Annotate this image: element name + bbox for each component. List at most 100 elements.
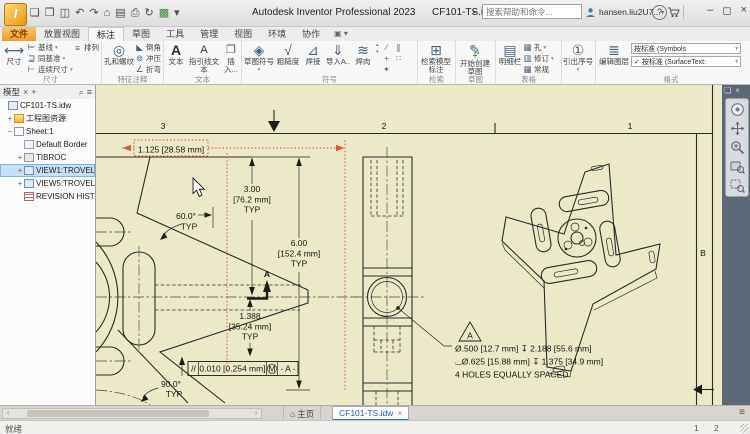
redo-icon[interactable]: ↷ <box>89 4 98 22</box>
dimension-1.388[interactable]: 1.388 [35.24 mm] TYP <box>229 299 272 357</box>
group-label-text[interactable]: 文本 <box>164 75 241 84</box>
group-label-symbols[interactable]: 符号 <box>242 75 417 84</box>
open-icon[interactable]: ❒ <box>45 4 55 22</box>
centered-pattern-icon[interactable]: ∷ <box>393 53 405 64</box>
tree-item-view5[interactable]: + VIEW5:TROVEL SPIDE <box>0 177 95 190</box>
browser-close-icon[interactable]: × <box>23 87 28 97</box>
retrieve-model-annotations-button[interactable]: ⊞ 检索模型标注 <box>419 42 453 74</box>
qat-more-icon[interactable]: ▾ <box>174 4 180 22</box>
sheet-indicator-2[interactable]: 2 <box>714 423 719 433</box>
search-expander-icon[interactable]: ▸ <box>473 8 477 16</box>
chamfer-note-button[interactable]: ◣倒角 <box>135 42 161 53</box>
feature-control-frame[interactable]: // 0.010 [0.254 mm] M - A - <box>179 357 298 377</box>
ribbon-display-toggle-icon[interactable]: ▣ ▾ <box>334 27 348 41</box>
look-at-icon[interactable] <box>730 159 745 174</box>
caterpillar-button[interactable]: ≋ 焊肉 <box>351 42 375 66</box>
resize-grip[interactable] <box>740 424 749 433</box>
surface-text-style-dropdown[interactable]: ✓ 按标准 (SurfaceText:▾ <box>631 56 741 67</box>
parts-list-button[interactable]: ▤ 明细栏 <box>497 42 523 66</box>
tab-close-icon[interactable]: × <box>397 408 402 418</box>
tab-place-views[interactable]: 放置视图 <box>36 27 88 41</box>
revision-table-button[interactable]: ▥修订▾ <box>523 53 559 64</box>
navigation-wheel-icon[interactable] <box>730 102 745 117</box>
home-tab[interactable]: ⌂ 主页 <box>283 406 321 421</box>
dimension-90deg[interactable]: 90.0° TYP <box>141 379 183 402</box>
material-icon[interactable]: ▩ <box>159 4 169 22</box>
dimension-6.00[interactable]: 6.00 [152.4 mm] TYP <box>278 158 321 391</box>
hole-table-button[interactable]: ▦孔▾ <box>523 42 559 53</box>
chain-dimension-button[interactable]: ⊢连续尺寸▾ <box>27 64 73 75</box>
panel-dock-icon[interactable]: ❑ <box>724 86 731 95</box>
tree-item-document[interactable]: CF101-TS.idw <box>0 99 95 112</box>
search-input[interactable] <box>482 4 582 19</box>
dimension-button[interactable]: ⟷ 尺寸 <box>1 42 27 66</box>
welding-symbol-button[interactable]: ⊿ 焊接 <box>301 42 325 66</box>
tab-annotate[interactable]: 标注 <box>88 27 124 41</box>
tab-manage[interactable]: 管理 <box>192 27 226 41</box>
tree-item-view1[interactable]: + VIEW1:TROVEL SPIDE <box>0 164 95 177</box>
home-icon[interactable]: ⌂ <box>104 4 111 22</box>
drawing-canvas[interactable]: 3 2 1 B <box>96 85 722 405</box>
tree-item-sheet1[interactable]: − Sheet:1 <box>0 125 95 138</box>
zoom-icon[interactable] <box>730 140 745 155</box>
tree-item-drawing-resources[interactable]: + 工程图资源 <box>0 112 95 125</box>
tab-environments[interactable]: 环境 <box>260 27 294 41</box>
update-icon[interactable]: ↻ <box>144 4 153 22</box>
punch-note-button[interactable]: ⊚冲压 <box>135 53 161 64</box>
arrange-button[interactable]: ≡排列 <box>73 42 99 53</box>
inventor-logo-icon[interactable]: I <box>4 3 27 26</box>
text-button[interactable]: A 文本 <box>165 42 187 66</box>
scroll-right-icon[interactable]: › <box>251 409 261 418</box>
close-button[interactable]: × <box>741 4 747 17</box>
tree-item-revision-history[interactable]: REVISION HISTORY ( <box>0 190 95 203</box>
panel-close-icon[interactable]: × <box>735 86 740 95</box>
view-side-middle[interactable] <box>352 147 424 405</box>
edit-layers-button[interactable]: ≣ 编辑图层 <box>597 42 631 66</box>
bend-note-button[interactable]: ∠折弯 <box>135 64 161 75</box>
group-label-retrieve[interactable]: 检索 <box>418 75 455 84</box>
help-button[interactable]: ? <box>652 5 667 20</box>
ordinate-dimension-button[interactable]: ⊒同基准▾ <box>27 53 73 64</box>
center-mark-icon[interactable]: + <box>381 53 393 64</box>
scrollbar-thumb[interactable] <box>27 410 209 417</box>
dimension-1.125-selected[interactable]: 1.125 [28.58 mm] <box>122 140 345 390</box>
group-label-feature-notes[interactable]: 特征注释 <box>102 75 163 84</box>
browser-menu-icon[interactable]: ≡ <box>87 87 92 97</box>
group-label-sketch[interactable]: 草图 <box>456 75 495 84</box>
tab-collaborate[interactable]: 协作 <box>294 27 328 41</box>
zoom-window-icon[interactable] <box>730 178 745 193</box>
tab-list-menu-icon[interactable]: ≡ <box>739 407 745 418</box>
group-label-format[interactable]: 格式 <box>596 75 746 84</box>
tree-item-titleblock[interactable]: + TIBROC <box>0 151 95 164</box>
maximize-button[interactable]: ◻ <box>722 4 731 17</box>
centerline-bisector-icon[interactable]: ∥ <box>393 42 405 53</box>
insert-object-button[interactable]: ❐ 插入... <box>221 42 241 74</box>
hole-thread-notes-button[interactable]: ◎ 孔和螺纹 <box>103 42 135 66</box>
tab-tools[interactable]: 工具 <box>158 27 192 41</box>
centerline-icon[interactable]: ∕ <box>381 42 393 53</box>
save-icon[interactable]: ◫ <box>60 4 70 22</box>
undo-icon[interactable]: ↶ <box>75 4 84 22</box>
new-file-icon[interactable]: ❏ <box>30 4 40 22</box>
tree-item-default-border[interactable]: Default Border <box>0 138 95 151</box>
tab-sketch[interactable]: 草图 <box>124 27 158 41</box>
start-sketch-button[interactable]: ✎ + 开始创建草图 <box>457 42 493 76</box>
baseline-dimension-button[interactable]: ⊨基线▾ <box>27 42 73 53</box>
tab-view[interactable]: 视图 <box>226 27 260 41</box>
user-account[interactable]: hansen.liu2U7.. ▾ <box>585 5 684 19</box>
group-label-dimension[interactable]: 尺寸 <box>0 75 101 84</box>
tab-file[interactable]: 文件 <box>2 27 36 41</box>
browser-add-icon[interactable]: + <box>31 87 36 97</box>
group-label-table[interactable]: 表格 <box>496 75 561 84</box>
symbols-spinner[interactable]: ▴ ▾ <box>376 42 379 56</box>
cart-icon[interactable] <box>667 7 680 18</box>
active-document-tab[interactable]: CF101-TS.idw × <box>332 406 409 421</box>
symbol-style-dropdown[interactable]: 按标准 (Symbols▾ <box>631 43 741 54</box>
section-arrow-a[interactable]: A <box>247 269 271 299</box>
horizontal-scrollbar[interactable]: ‹ › <box>2 408 262 419</box>
sketch-symbol-button[interactable]: ◈ 草图符号▾ <box>243 42 275 74</box>
minimize-button[interactable]: – <box>707 4 713 17</box>
balloon-button[interactable]: ① 引出序号▾ <box>563 42 593 74</box>
import-autocad-block-button[interactable]: ⇓ 导入A.. <box>325 42 351 66</box>
sheet-indicator-1[interactable]: 1 <box>694 423 699 433</box>
